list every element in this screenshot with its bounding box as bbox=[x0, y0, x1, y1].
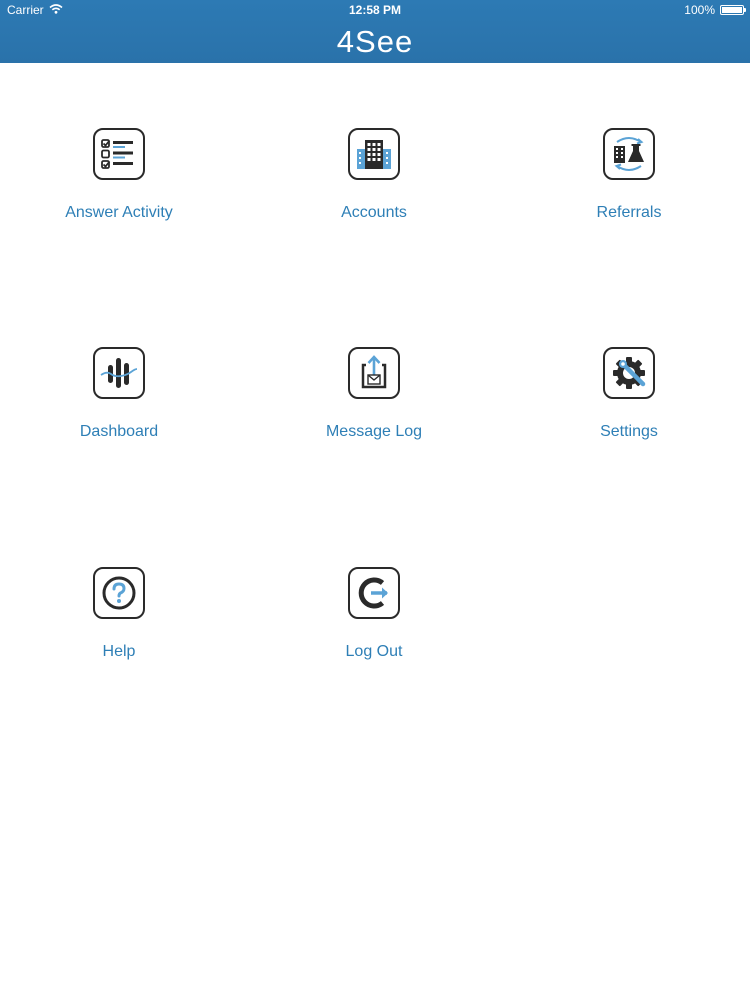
menu-label-accounts: Accounts bbox=[341, 204, 407, 221]
menu-label-answer-activity: Answer Activity bbox=[65, 204, 173, 221]
question-icon bbox=[93, 567, 145, 619]
menu-item-settings[interactable]: Settings bbox=[514, 347, 744, 477]
status-bar: Carrier 12:58 PM 100% bbox=[0, 0, 750, 20]
logout-icon bbox=[348, 567, 400, 619]
menu-label-referrals: Referrals bbox=[596, 204, 662, 221]
app-screen: Carrier 12:58 PM 100% 4See Answer Activi… bbox=[0, 0, 750, 1000]
battery-icon bbox=[720, 5, 746, 15]
checklist-icon bbox=[93, 128, 145, 180]
menu-item-answer-activity[interactable]: Answer Activity bbox=[4, 128, 234, 258]
battery-percent: 100% bbox=[684, 3, 715, 17]
menu-item-message-log[interactable]: Message Log bbox=[259, 347, 489, 477]
menu-label-dashboard: Dashboard bbox=[79, 423, 159, 440]
menu-item-dashboard[interactable]: Dashboard bbox=[4, 347, 234, 477]
menu-item-accounts[interactable]: Accounts bbox=[259, 128, 489, 258]
menu-label-settings: Settings bbox=[600, 423, 658, 440]
menu-item-referrals[interactable]: Referrals bbox=[514, 128, 744, 258]
status-time: 12:58 PM bbox=[348, 3, 402, 17]
mail-upload-icon bbox=[348, 347, 400, 399]
app-title: 4See bbox=[336, 24, 414, 59]
menu-item-help[interactable]: Help bbox=[4, 567, 234, 697]
building-flask-icon bbox=[603, 128, 655, 180]
menu-label-log-out: Log Out bbox=[345, 643, 403, 660]
navigation-bar: Carrier 12:58 PM 100% 4See bbox=[0, 0, 750, 63]
building-icon bbox=[348, 128, 400, 180]
menu-label-help: Help bbox=[102, 643, 136, 660]
status-right: 100% bbox=[684, 3, 746, 17]
chart-bars-icon bbox=[93, 347, 145, 399]
menu-item-log-out[interactable]: Log Out bbox=[259, 567, 489, 697]
menu-label-message-log: Message Log bbox=[325, 423, 423, 440]
gear-wrench-icon bbox=[603, 347, 655, 399]
